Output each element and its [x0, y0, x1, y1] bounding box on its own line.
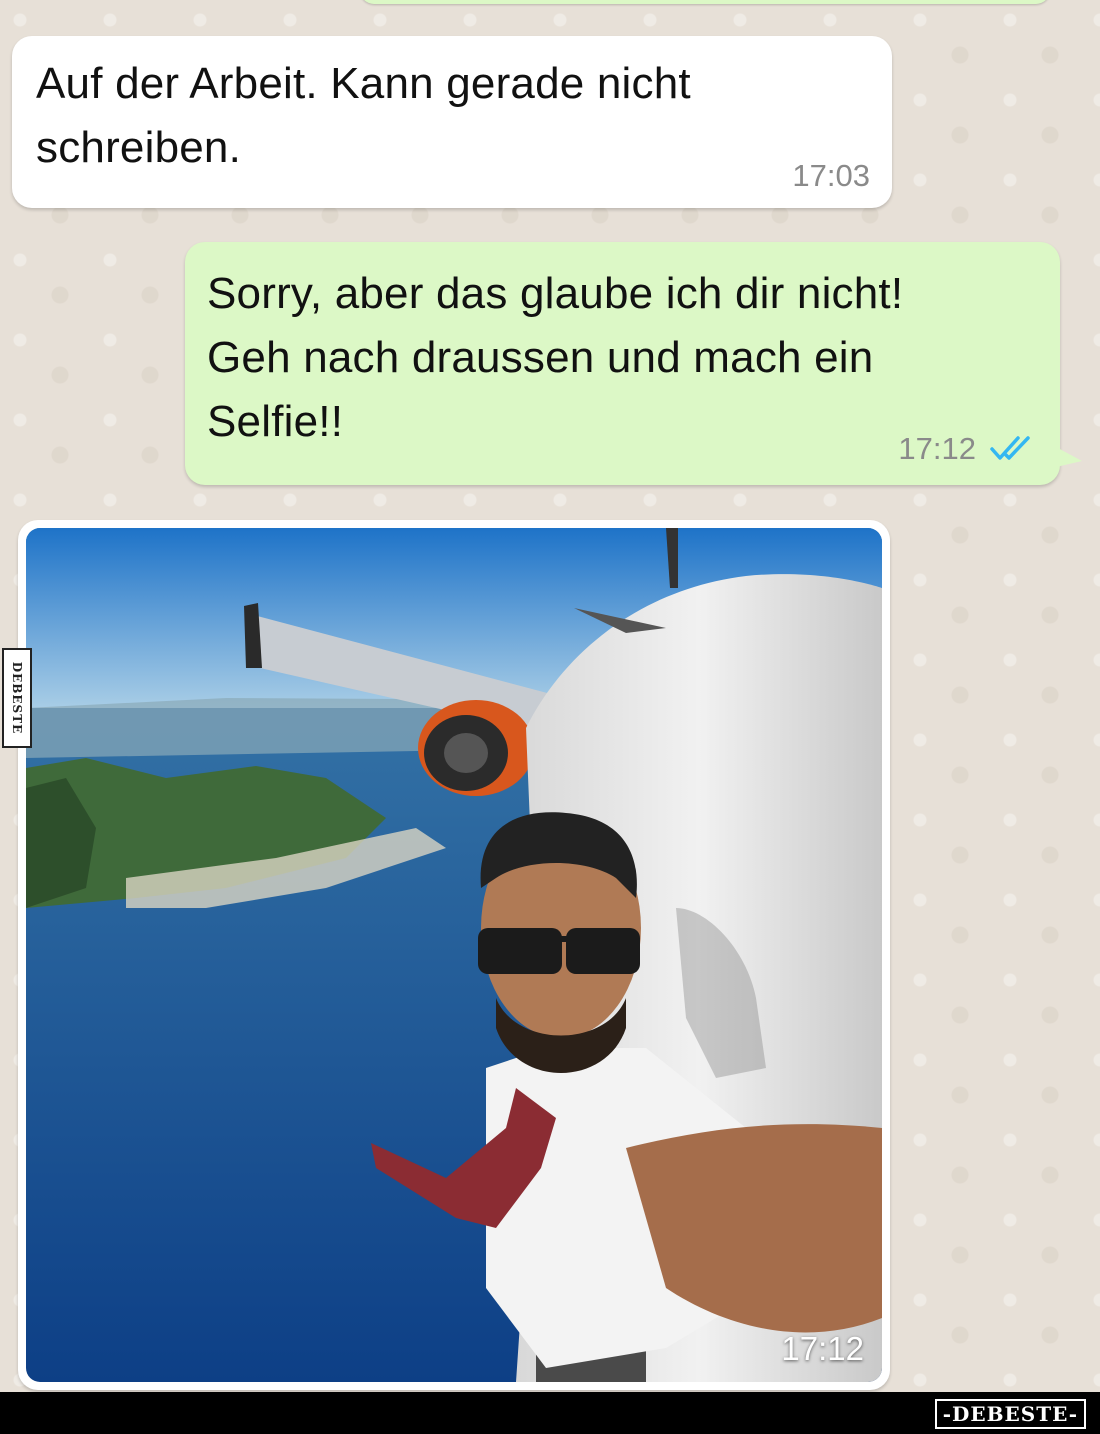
message-timestamp: 17:12 [898, 431, 976, 466]
photo-illustration [26, 528, 882, 1382]
brand-logo: -DEBESTE- [934, 1399, 1086, 1429]
message-timestamp: 17:03 [792, 158, 870, 193]
previous-message-bubble[interactable] [360, 0, 1050, 4]
side-watermark-text: DEBESTE [10, 661, 24, 735]
message-text: Auf der Arbeit. Kann gerade nicht schrei… [36, 59, 691, 172]
incoming-image-message[interactable]: 17:12 [18, 520, 890, 1390]
double-check-read-icon [990, 436, 1030, 460]
selfie-photo[interactable]: 17:12 [26, 528, 882, 1382]
side-watermark: DEBESTE [2, 648, 32, 748]
message-text: Sorry, aber das glaube ich dir nicht! Ge… [207, 269, 904, 446]
image-timestamp: 17:12 [781, 1330, 864, 1367]
incoming-message-bubble[interactable]: Auf der Arbeit. Kann gerade nicht schrei… [12, 36, 892, 208]
outgoing-message-bubble[interactable]: Sorry, aber das glaube ich dir nicht! Ge… [185, 242, 1082, 485]
bottom-watermark-bar: -DEBESTE- [0, 1392, 1100, 1434]
